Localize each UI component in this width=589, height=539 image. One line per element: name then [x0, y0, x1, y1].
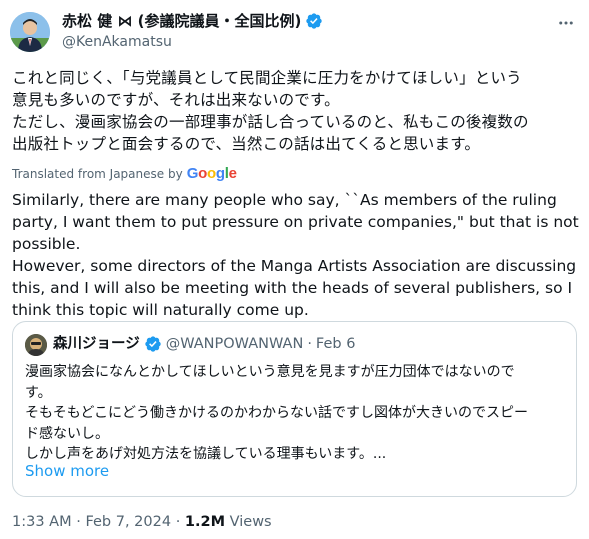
quote-author-name: 森川ジョージ — [53, 336, 140, 352]
views-label: Views — [229, 514, 272, 530]
quote-text: 漫画家協会になんとかしてほしいという意見を見ますが圧力団体ではないので す。 そ… — [25, 364, 529, 462]
author-name-text[interactable]: 赤松 健 ⋈ (参議院議員・全国比例) — [62, 11, 301, 31]
quote-date: Feb 6 — [315, 336, 356, 352]
author-handle[interactable]: @KenAkamatsu — [62, 33, 172, 51]
views-count: 1.2M — [184, 514, 226, 530]
show-more-link[interactable]: Show more — [25, 461, 109, 481]
quote-header: 森川ジョージ @WANPOWANWAN · Feb 6 — [53, 334, 355, 354]
tweet-date[interactable]: Feb 7, 2024 — [85, 514, 171, 530]
tweet-meta: 1:33 AM · Feb 7, 2024 · 1.2M Views — [12, 512, 272, 532]
author-avatar[interactable] — [10, 12, 50, 52]
author-name[interactable]: 赤松 健 ⋈ (参議院議員・全国比例) — [62, 11, 323, 31]
more-options-icon[interactable] — [555, 12, 577, 34]
tweet-text-translated: Similarly, there are many people who say… — [12, 191, 579, 319]
quote-verified-badge-icon — [145, 336, 161, 352]
meta-separator: · — [175, 514, 181, 530]
tweet-time[interactable]: 1:33 AM — [12, 514, 72, 530]
translation-attribution[interactable]: Translated from Japanese by Google — [12, 165, 237, 183]
verified-badge-icon — [306, 13, 323, 29]
tweet-card: 赤松 健 ⋈ (参議院議員・全国比例) @KenAkamatsu これと同じく、… — [0, 0, 589, 539]
meta-separator: · — [76, 514, 81, 530]
quoted-tweet[interactable]: 森川ジョージ @WANPOWANWAN · Feb 6 漫画家協会になんとかして… — [12, 321, 577, 497]
quote-author-handle: @WANPOWANWAN — [165, 336, 304, 352]
tweet-text-original: これと同じく、「与党議員として民間企業に圧力をかけてほしい」という 意見も多いの… — [12, 69, 529, 153]
quote-author-avatar — [25, 334, 47, 356]
quote-separator: · — [307, 336, 312, 352]
translated-label: Translated from Japanese by — [12, 167, 183, 181]
google-logo: Google — [186, 165, 237, 182]
